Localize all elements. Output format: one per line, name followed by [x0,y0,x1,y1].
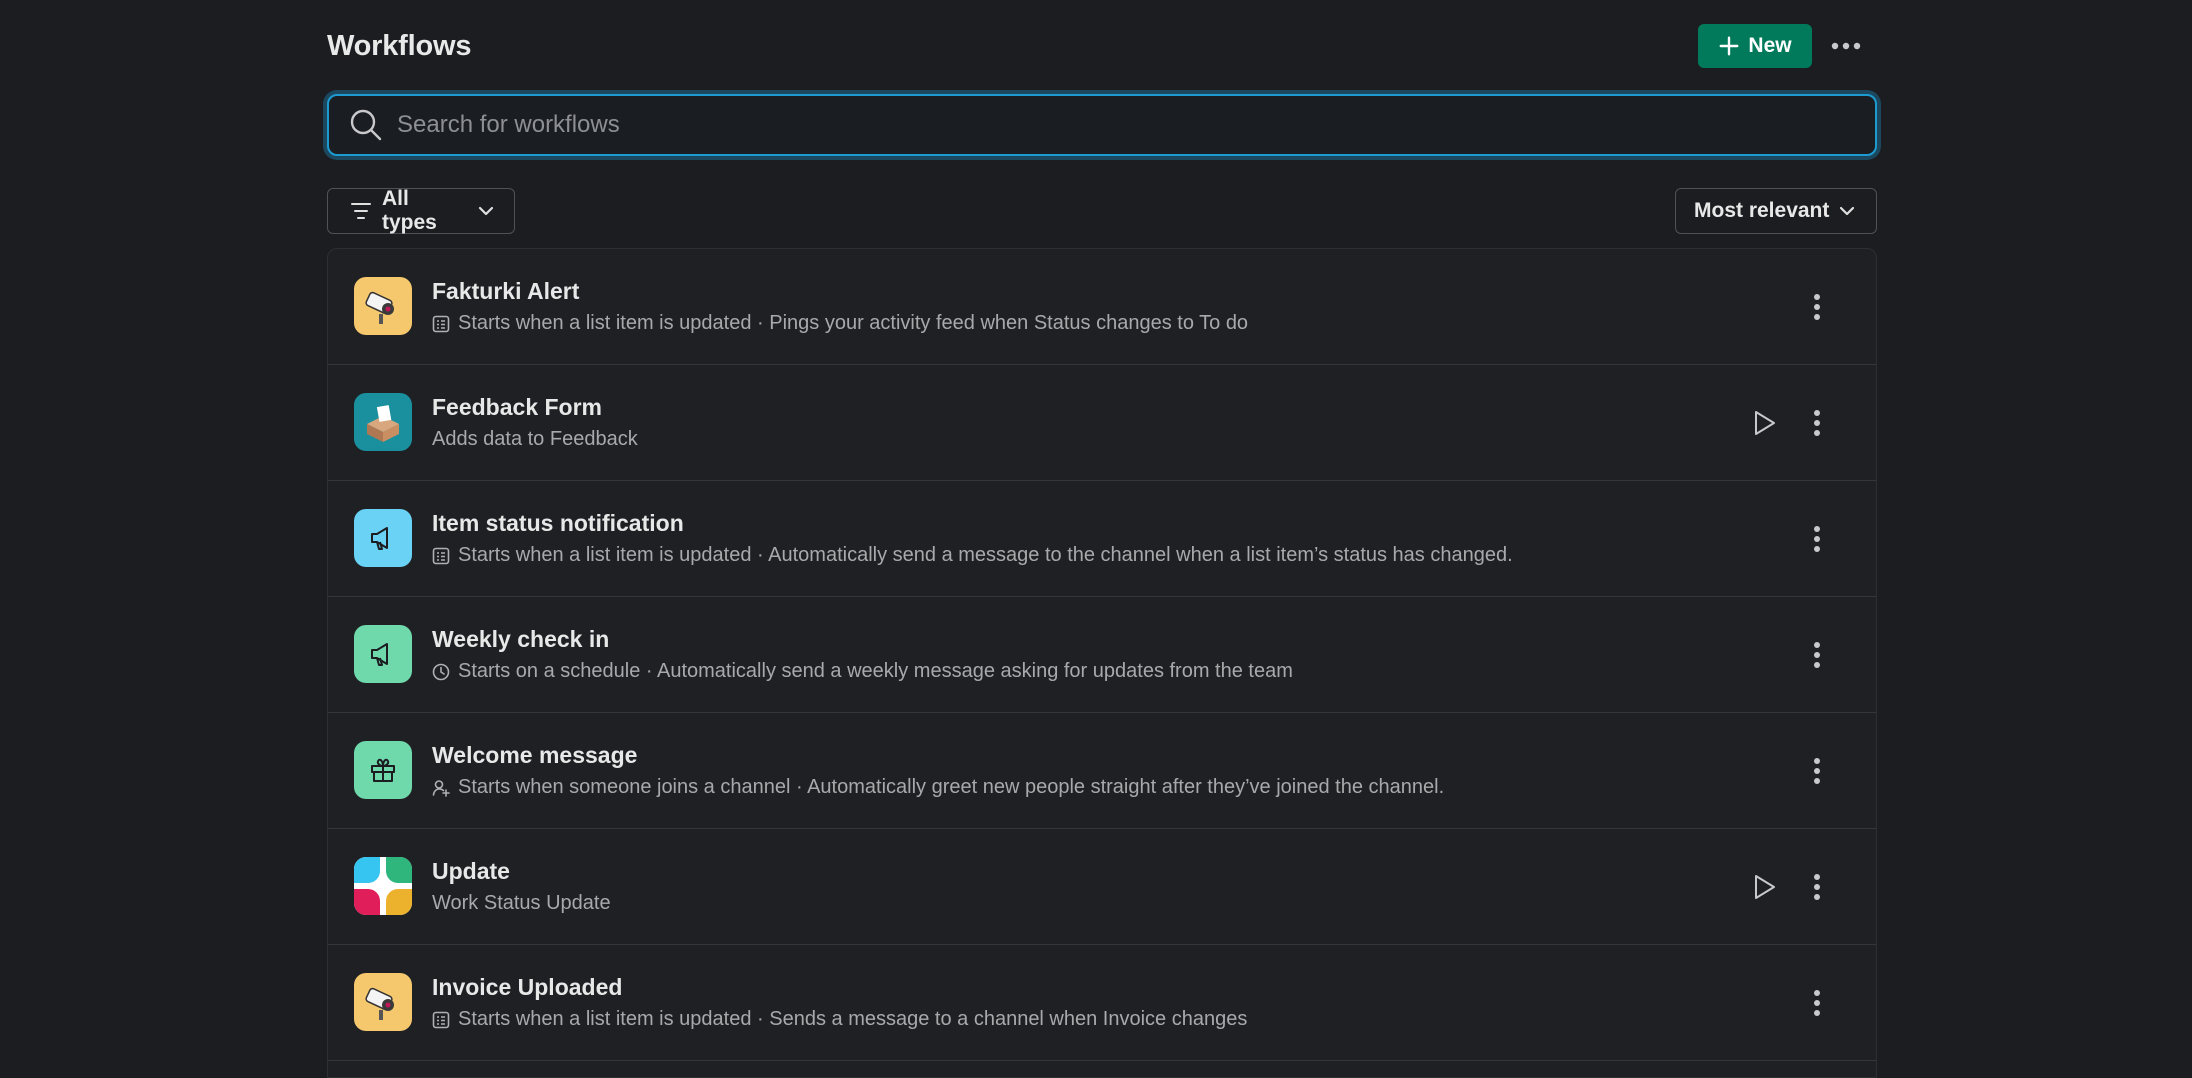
workflow-name: Invoice Uploaded [432,974,623,1000]
workflow-description-line: Starts when a list item is updated · Sen… [432,1008,1247,1031]
workflow-description: Starts when a list item is updated · Sen… [458,1008,1248,1030]
workflows-page: Workflows New All types Most relevant [327,0,1877,1078]
chevron-down-icon [1840,206,1855,216]
workflow-description: Work Status Update [432,892,611,914]
run-workflow-button[interactable] [1748,870,1782,904]
list-icon [432,547,450,564]
workflow-description: Starts when a list item is updated · Aut… [458,544,1513,566]
gift-icon [354,741,412,799]
user-add-icon [432,779,450,797]
workflow-description-line: Starts when someone joins a channel · Au… [432,776,1444,799]
workflow-description: Starts on a schedule · Automatically sen… [458,660,1293,682]
type-filter-label: All types [382,187,437,234]
list-icon [432,315,450,332]
workflow-row[interactable]: Fakturki Alert Starts when a list item i… [328,249,1876,365]
workflow-name: Feedback Form [432,394,602,420]
workflow-name: Item status notification [432,510,684,536]
workflow-description-line: Work Status Update [432,892,611,915]
more-vertical-icon [1814,526,1820,552]
workflow-description-line: Starts when a list item is updated · Pin… [432,312,1248,335]
clock-icon [432,663,450,680]
workflow-list: Fakturki Alert Starts when a list item i… [327,248,1877,1078]
workflow-row[interactable]: Update Work Status Update [328,829,1876,945]
workflow-menu-button[interactable] [1800,290,1834,324]
page-title: Workflows [327,30,472,62]
workflow-menu-button[interactable] [1800,638,1834,672]
more-vertical-icon [1814,758,1820,784]
workflow-description-line: Adds data to Feedback [432,428,638,451]
camera-icon [354,973,412,1031]
workflow-row[interactable]: Weekly check in Starts on a schedule · A… [328,597,1876,713]
search-input[interactable] [397,111,1875,139]
sort-button[interactable]: Most relevant [1675,188,1877,234]
workflow-menu-button[interactable] [1800,986,1834,1020]
workflow-row[interactable]: Invoice Uploaded Starts when a list item… [328,945,1876,1061]
workflow-description: Starts when someone joins a channel · Au… [458,776,1445,798]
search-icon [350,109,382,141]
workflow-name: Update [432,858,510,884]
play-icon [1755,411,1775,435]
workflow-menu-button[interactable] [1800,870,1834,904]
new-button-label: New [1748,34,1792,57]
workflow-name: Welcome message [432,742,638,768]
workflow-menu-button[interactable] [1800,754,1834,788]
workflow-name: Weekly check in [432,626,610,652]
megaphone-icon [354,509,412,567]
filter-icon [351,203,371,219]
workflow-description: Adds data to Feedback [432,428,638,450]
more-vertical-icon [1814,642,1820,668]
camera-icon [354,277,412,335]
workflow-menu-button[interactable] [1800,522,1834,556]
page-header: Workflows New [327,22,1877,70]
more-options-button[interactable] [1828,28,1864,64]
workflow-description-line: Starts when a list item is updated · Aut… [432,544,1513,567]
slack-logo-icon [354,857,412,915]
more-vertical-icon [1814,294,1820,320]
workflow-row[interactable]: Item status notification Starts when a l… [328,481,1876,597]
workflow-description: Starts when a list item is updated · Pin… [458,312,1249,334]
list-icon [432,1011,450,1028]
workflow-row[interactable]: Welcome message Starts when someone join… [328,713,1876,829]
megaphone-icon [354,625,412,683]
play-icon [1755,875,1775,899]
workflow-row[interactable]: Feedback Form Adds data to Feedback [328,365,1876,481]
sort-label: Most relevant [1694,199,1830,222]
more-vertical-icon [1814,990,1820,1016]
chevron-down-icon [478,206,494,216]
plus-icon [1719,36,1739,56]
more-horizontal-icon [1831,42,1861,50]
run-workflow-button[interactable] [1748,406,1782,440]
workflow-menu-button[interactable] [1800,406,1834,440]
workflow-description-line: Starts on a schedule · Automatically sen… [432,660,1293,683]
ballot-box-icon [354,393,412,451]
more-vertical-icon [1814,874,1820,900]
more-vertical-icon [1814,410,1820,436]
workflow-name: Fakturki Alert [432,278,580,304]
type-filter-button[interactable]: All types [327,187,515,234]
search-bar [327,94,1877,156]
new-workflow-button[interactable]: New [1698,24,1812,68]
